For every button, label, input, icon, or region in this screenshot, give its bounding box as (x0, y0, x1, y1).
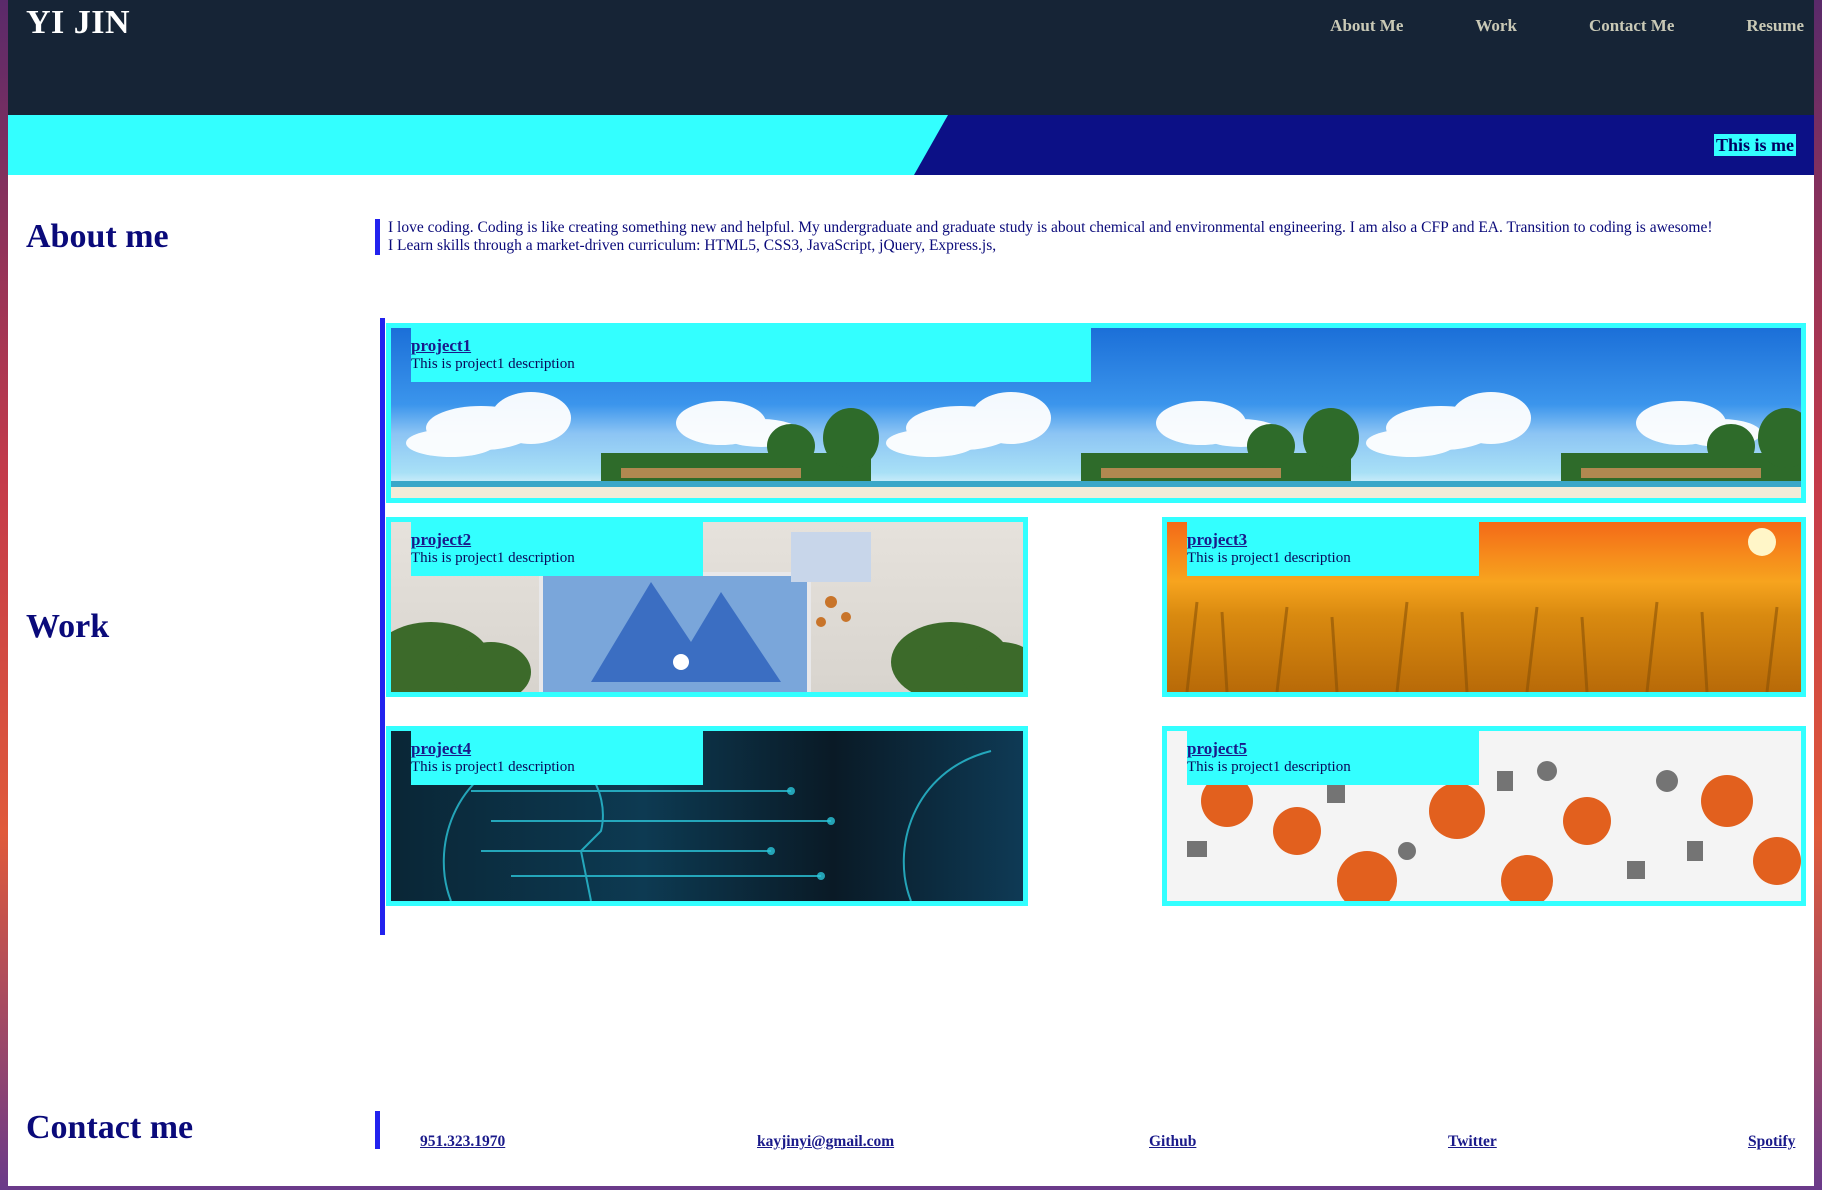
work-accent-bar (380, 318, 385, 935)
banner-dark-panel (914, 115, 1814, 175)
nav-about-me[interactable]: About Me (1330, 16, 1403, 36)
about-line-2: I Learn skills through a market-driven c… (388, 237, 997, 254)
main-nav: About Me Work Contact Me Resume (1258, 16, 1804, 36)
contact-phone-link[interactable]: 951.323.1970 (420, 1133, 505, 1151)
project-caption-2: project2 This is project1 description (411, 522, 703, 576)
project-card-2[interactable]: project2 This is project1 description (386, 517, 1028, 697)
nav-contact-me[interactable]: Contact Me (1589, 16, 1674, 36)
project-desc-3: This is project1 description (1187, 550, 1351, 566)
project-desc-4: This is project1 description (411, 759, 575, 775)
project-link-3[interactable]: project3 (1187, 530, 1479, 549)
portfolio-page: YI JIN About Me Work Contact Me Resume T… (8, 0, 1814, 1186)
about-title: About me (26, 218, 169, 255)
nav-work[interactable]: Work (1475, 16, 1517, 36)
contact-spotify-link[interactable]: Spotify (1748, 1133, 1795, 1151)
project-link-5[interactable]: project5 (1187, 739, 1479, 758)
contact-title: Contact me (26, 1109, 194, 1146)
work-title: Work (26, 608, 110, 645)
contact-twitter-link[interactable]: Twitter (1448, 1133, 1497, 1151)
project-caption-1: project1 This is project1 description (411, 328, 1091, 382)
contact-github-link[interactable]: Github (1149, 1133, 1196, 1151)
project-desc-5: This is project1 description (1187, 759, 1351, 775)
project-desc-2: This is project1 description (411, 550, 575, 566)
contact-email-link[interactable]: kayjinyi@gmail.com (757, 1133, 894, 1151)
nav-resume[interactable]: Resume (1746, 16, 1804, 36)
project-caption-3: project3 This is project1 description (1187, 522, 1479, 576)
project-link-4[interactable]: project4 (411, 739, 703, 758)
project-caption-5: project5 This is project1 description (1187, 731, 1479, 785)
project-link-2[interactable]: project2 (411, 530, 703, 549)
project-card-3[interactable]: project3 This is project1 description (1162, 517, 1806, 697)
project-caption-4: project4 This is project1 description (411, 731, 703, 785)
project-card-1[interactable]: project1 This is project1 description (386, 323, 1806, 503)
contact-accent-bar (375, 1111, 380, 1149)
project-link-1[interactable]: project1 (411, 336, 1091, 355)
project-card-4[interactable]: project4 This is project1 description (386, 726, 1028, 906)
hero-banner: This is me (8, 115, 1814, 175)
project-card-5[interactable]: project5 This is project1 description (1162, 726, 1806, 906)
about-line-1: I love coding. Coding is like creating s… (388, 219, 1713, 236)
about-text: I love coding. Coding is like creating s… (375, 219, 1808, 255)
site-brand: YI JIN (26, 4, 131, 41)
site-header: YI JIN About Me Work Contact Me Resume (8, 0, 1814, 115)
project-desc-1: This is project1 description (411, 356, 575, 372)
banner-text: This is me (1713, 134, 1796, 156)
